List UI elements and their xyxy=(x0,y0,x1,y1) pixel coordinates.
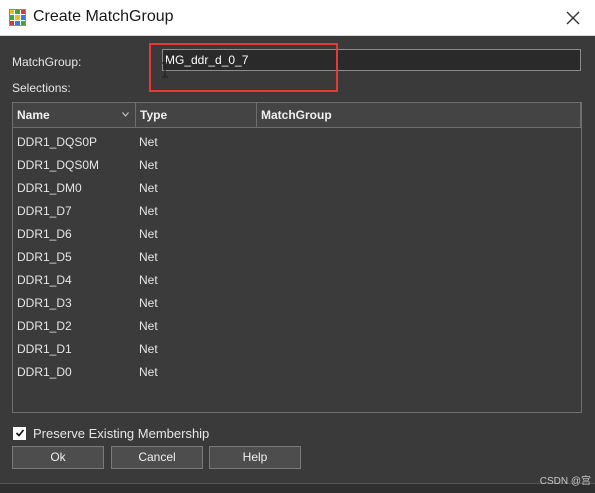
watermark: CSDN @宫 xyxy=(539,476,591,487)
table-body: DDR1_DQS0P Net DDR1_DQS0M Net DDR1_DM0 Net DDR… xyxy=(13,131,581,384)
window-title: Create MatchGroup xyxy=(33,8,174,25)
cell-name: DDR1_DM0 xyxy=(17,181,82,195)
table-row[interactable]: DDR1_D6 Net xyxy=(13,223,581,246)
preserve-membership-checkbox[interactable] xyxy=(13,426,26,440)
cell-name: DDR1_D4 xyxy=(17,273,72,287)
preserve-membership-label: Preserve Existing Membership xyxy=(33,425,210,441)
cell-name: DDR1_D5 xyxy=(17,250,72,264)
cell-name: DDR1_D0 xyxy=(17,365,72,379)
cell-type: Net xyxy=(139,319,158,333)
matchgroup-label: MatchGroup: xyxy=(12,55,82,69)
cell-type: Net xyxy=(139,342,158,356)
cell-name: DDR1_D3 xyxy=(17,296,72,310)
cancel-button[interactable]: Cancel xyxy=(111,446,203,469)
table-row[interactable]: DDR1_D5 Net xyxy=(13,246,581,269)
close-icon xyxy=(566,11,580,25)
ok-button[interactable]: Ok xyxy=(12,446,104,469)
cell-name: DDR1_D6 xyxy=(17,227,72,241)
table-row[interactable]: DDR1_D7 Net xyxy=(13,200,581,223)
bottom-strip xyxy=(0,483,595,493)
cell-name: DDR1_D2 xyxy=(17,319,72,333)
chevron-down-icon xyxy=(122,112,129,117)
cell-name: DDR1_DQS0M xyxy=(17,158,100,172)
cell-type: Net xyxy=(139,227,158,241)
table-row[interactable]: DDR1_DM0 Net xyxy=(13,177,581,200)
table-row[interactable]: DDR1_D3 Net xyxy=(13,292,581,315)
cell-type: Net xyxy=(139,158,158,172)
table-row[interactable]: DDR1_D2 Net xyxy=(13,315,581,338)
table-row[interactable]: DDR1_D0 Net xyxy=(13,361,581,384)
table-row[interactable]: DDR1_D4 Net xyxy=(13,269,581,292)
column-header-matchgroup[interactable]: MatchGroup xyxy=(257,103,581,128)
cell-type: Net xyxy=(139,135,158,149)
help-button[interactable]: Help xyxy=(209,446,301,469)
title-bar: Create MatchGroup xyxy=(0,0,595,36)
selections-table: Name Type MatchGroup DDR1_DQS0P Net DDR1_D… xyxy=(12,102,582,413)
cell-type: Net xyxy=(139,273,158,287)
preserve-membership-option[interactable]: Preserve Existing Membership xyxy=(13,425,209,441)
grid-app-icon xyxy=(9,9,26,26)
close-button[interactable] xyxy=(559,4,587,32)
column-header-type[interactable]: Type xyxy=(136,103,257,128)
dialog-content: MatchGroup: Selections: Name Type MatchG… xyxy=(0,36,595,493)
table-header: Name Type MatchGroup xyxy=(13,103,581,128)
cell-name: DDR1_D1 xyxy=(17,342,72,356)
matchgroup-input[interactable] xyxy=(162,49,581,71)
cell-type: Net xyxy=(139,181,158,195)
table-row[interactable]: DDR1_DQS0M Net xyxy=(13,154,581,177)
table-row[interactable]: DDR1_D1 Net xyxy=(13,338,581,361)
cell-name: DDR1_DQS0P xyxy=(17,135,98,149)
column-header-name[interactable]: Name xyxy=(13,103,136,128)
table-row[interactable]: DDR1_DQS0P Net xyxy=(13,131,581,154)
selections-label: Selections: xyxy=(12,81,71,95)
cell-type: Net xyxy=(139,365,158,379)
cell-type: Net xyxy=(139,250,158,264)
cell-name: DDR1_D7 xyxy=(17,204,72,218)
cell-type: Net xyxy=(139,204,158,218)
cell-type: Net xyxy=(139,296,158,310)
checkmark-icon xyxy=(15,429,24,437)
